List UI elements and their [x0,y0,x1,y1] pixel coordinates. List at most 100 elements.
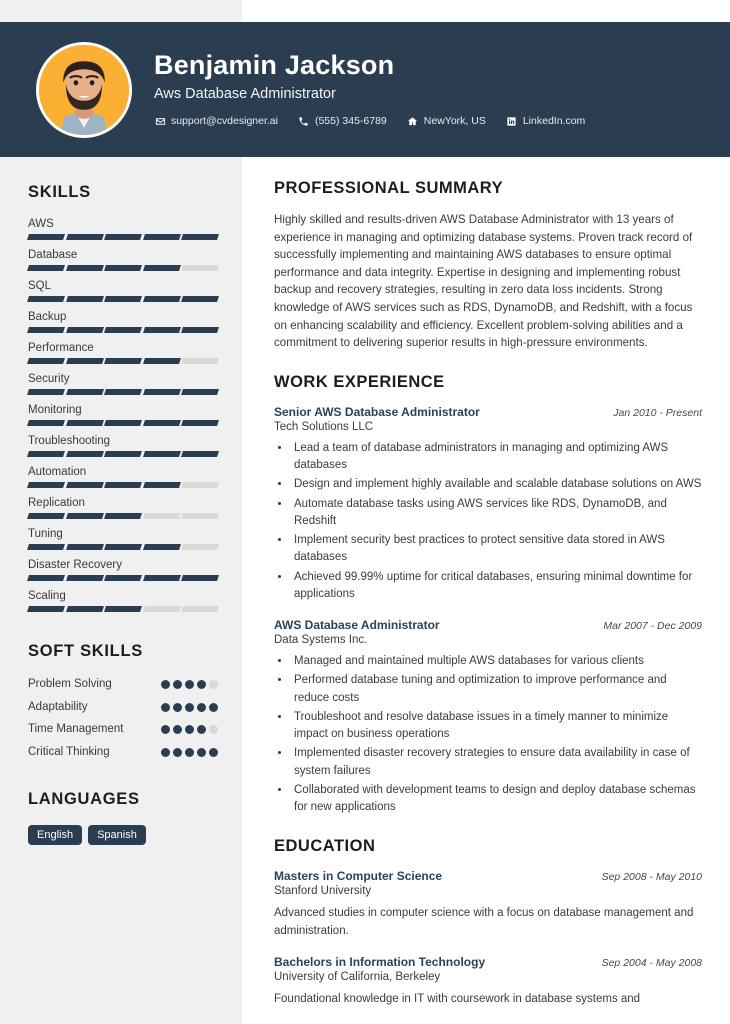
education-section: EDUCATION Masters in Computer Science Sep… [274,837,702,1008]
skill-item: Monitoring [27,404,219,426]
skill-label: Tuning [28,528,63,540]
education-description: Foundational knowledge in IT with course… [274,992,641,1005]
rating-dot [161,747,170,757]
summary-section: PROFESSIONAL SUMMARY Highly skilled and … [274,179,702,352]
skill-bar-segment [27,358,65,364]
resume-body: SKILLS AWS Database SQL Backup Performance Se… [0,157,730,1024]
candidate-name: Benjamin Jackson [154,49,395,80]
skill-bar-segment [65,544,104,550]
education-list: Masters in Computer Science Sep 2008 - Ma… [274,869,702,1008]
skill-bar [27,327,219,333]
experience-bullet: Performed database tuning and optimizati… [291,672,702,707]
rating-dot [209,702,218,712]
skill-item: Database [27,249,219,271]
experience-date: Mar 2007 - Dec 2009 [603,620,702,633]
rating-dot [185,680,194,689]
skill-bar-segment [65,575,104,581]
skill-bar-segment [104,265,142,271]
skill-bar-segment [181,420,219,426]
skill-bar-segment [27,451,65,457]
rating-dot [209,680,218,689]
education-title: Bachelors in Information Technology [274,954,486,969]
skill-bar-segment [181,389,219,395]
skill-bar-segment [27,234,65,240]
skill-label: Troubleshooting [28,435,111,447]
experience-bullets: Lead a team of database administrators i… [291,440,702,603]
skill-item: Replication [27,497,219,519]
soft-skill-label: Time Management [28,723,124,736]
skill-label: Monitoring [28,404,82,416]
skill-bar-segment [181,606,219,612]
skill-label: Automation [28,466,87,478]
skill-item: Disaster Recovery [27,559,219,581]
skill-bar-segment [142,296,181,302]
contact-linkedin[interactable]: LinkedIn.com [506,115,585,127]
skill-bar-segment [142,544,181,550]
experience-bullet: Collaborated with development teams to d… [291,782,702,817]
contact-linkedin-text: LinkedIn.com [522,115,586,128]
skill-bar [27,234,219,240]
education-description: Advanced studies in computer science wit… [274,907,694,937]
resume-document: Benjamin Jackson Aws Database Administra… [0,0,730,1024]
skill-bar-segment [65,296,104,302]
skill-bar-segment [142,358,181,364]
skill-item: Troubleshooting [27,435,219,457]
skill-bar [27,544,219,550]
education-institution: Stanford University [274,885,372,898]
experience-list: Senior AWS Database Administrator Jan 201… [274,405,702,817]
skill-bar-segment [104,575,142,581]
skill-label: Replication [28,497,85,509]
experience-entry: AWS Database Administrator Mar 2007 - Dec… [274,618,702,816]
skill-bar-segment [104,234,142,240]
skill-item: Performance [27,342,219,364]
education-institution: University of California, Berkeley [274,970,441,983]
contact-email[interactable]: support@cvdesigner.ai [154,115,278,127]
rating-dot [161,725,170,735]
contact-row: support@cvdesigner.ai (555) 345-6789 New… [154,115,605,127]
skill-label: Performance [28,342,94,354]
experience-date: Jan 2010 - Present [613,406,702,419]
skill-label: Backup [28,311,67,323]
sidebar: SKILLS AWS Database SQL Backup Performance Se… [0,157,242,1024]
skill-bar-segment [181,265,219,271]
skill-bar-segment [65,420,104,426]
main-column: PROFESSIONAL SUMMARY Highly skilled and … [242,157,730,1024]
rating-dot [173,680,182,689]
experience-bullet: Managed and maintained multiple AWS data… [291,653,702,670]
experience-organization: Data Systems Inc. [274,634,368,647]
skill-bar-segment [104,420,142,426]
experience-bullet: Troubleshoot and resolve database issues… [291,709,702,744]
skill-bar-segment [181,513,219,519]
skill-bar [27,575,219,581]
rating-dot [209,747,218,757]
skill-bar-segment [27,265,65,271]
education-date: Sep 2004 - May 2008 [601,956,702,969]
soft-skill-label: Adaptability [28,700,88,713]
rating-dot [173,702,182,712]
experience-bullet: Implement security best practices to pro… [291,532,702,567]
rating-dot [185,725,194,735]
rating-dot [173,747,182,757]
experience-bullet: Design and implement highly available an… [291,476,702,493]
skill-bar-segment [65,451,104,457]
experience-title: Senior AWS Database Administrator [274,404,480,419]
skill-bar-segment [65,606,104,612]
education-heading: EDUCATION [274,837,376,856]
skill-label: Security [28,373,70,385]
contact-location-text: NewYork, US [423,115,486,128]
rating-dot [185,747,194,757]
skill-bar-segment [27,544,65,550]
summary-text: Highly skilled and results-driven AWS Da… [274,213,693,350]
languages-list: English Spanish [28,825,218,846]
soft-skills-heading: SOFT SKILLS [28,642,143,660]
soft-skills-list: Problem Solving Adaptability Time Manageme… [28,677,218,760]
rating-dot [197,747,206,757]
skill-item: AWS [27,218,219,240]
skill-bar [27,358,219,364]
contact-phone[interactable]: (555) 345-6789 [298,115,387,127]
skill-bar-segment [104,606,142,612]
experience-bullets: Managed and maintained multiple AWS data… [291,653,702,816]
skill-label: AWS [28,218,54,230]
entry-header: Bachelors in Information Technology Sep 2… [274,955,702,969]
header-text-block: Benjamin Jackson Aws Database Administra… [154,50,605,129]
